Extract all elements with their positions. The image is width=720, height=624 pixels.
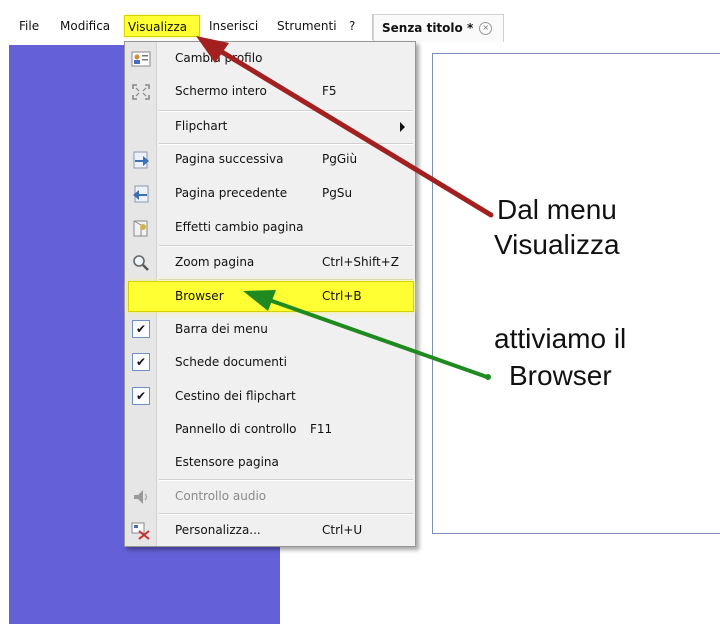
green-arrow-head-icon <box>243 290 276 311</box>
red-arrow <box>219 49 494 218</box>
annotation-arrows <box>196 36 494 380</box>
green-arrow <box>270 299 489 379</box>
green-arrow-tail <box>485 374 491 380</box>
red-arrow-head-icon <box>196 36 229 63</box>
